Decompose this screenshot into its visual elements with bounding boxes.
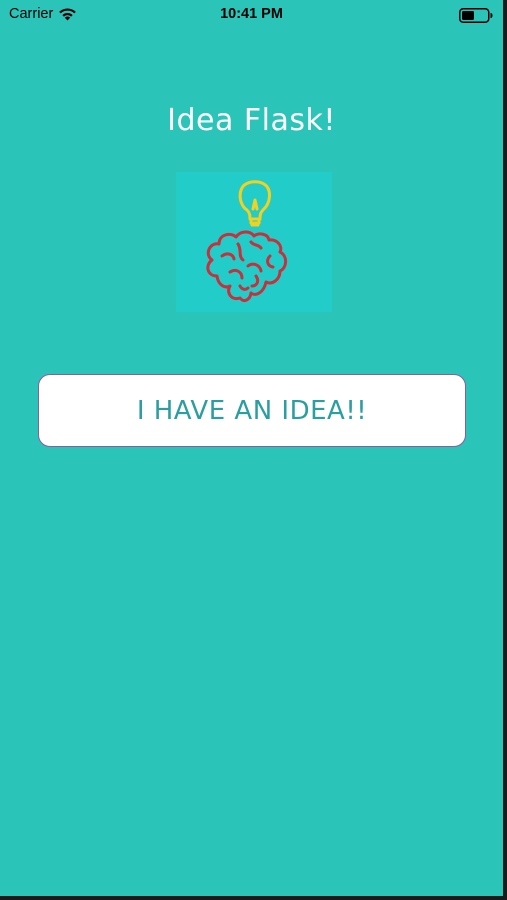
app-title: Idea Flask! <box>167 103 336 138</box>
app-logo <box>176 172 332 312</box>
app-screen: Carrier 10:41 PM Idea Flask! I HAVE AN I… <box>0 0 507 900</box>
brain-icon <box>206 230 288 302</box>
idea-button[interactable]: I HAVE AN IDEA!! <box>38 374 466 447</box>
status-time: 10:41 PM <box>220 6 283 22</box>
lightbulb-brain-icon <box>206 180 288 302</box>
status-bar: Carrier 10:41 PM <box>0 0 503 30</box>
battery-icon <box>459 8 493 23</box>
lightbulb-icon <box>238 180 271 227</box>
